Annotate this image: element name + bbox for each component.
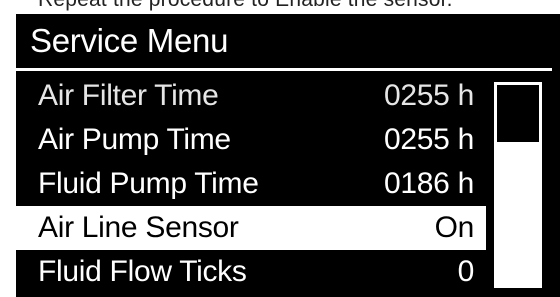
menu-item-label: Fluid Pump Time xyxy=(38,167,259,200)
menu-list: Air Filter Time 0255 h Air Pump Time 025… xyxy=(16,74,486,294)
menu-item-label: Air Filter Time xyxy=(38,79,219,112)
menu-item-fluid-flow-ticks[interactable]: Fluid Flow Ticks 0 xyxy=(16,250,486,294)
menu-item-fluid-pump-time[interactable]: Fluid Pump Time 0186 h xyxy=(16,162,486,206)
menu-item-value: 0255 h xyxy=(384,79,474,112)
menu-item-value: 0255 h xyxy=(384,123,474,156)
menu-scrollbar[interactable] xyxy=(494,82,542,288)
instruction-caption: Repeat the procedure to Enable the senso… xyxy=(38,0,453,11)
menu-title: Service Menu xyxy=(30,22,229,59)
menu-item-value: 0 xyxy=(457,255,475,288)
menu-item-label: Fluid Flow Ticks xyxy=(38,255,247,288)
menu-item-label: Air Pump Time xyxy=(38,123,231,156)
menu-item-label: Air Line Sensor xyxy=(38,211,239,244)
service-menu-screen: Service Menu Air Filter Time 0255 h Air … xyxy=(16,14,560,297)
menu-item-air-line-sensor[interactable]: Air Line Sensor On xyxy=(16,206,486,250)
scrollbar-thumb[interactable] xyxy=(497,85,539,145)
scrollbar-track xyxy=(497,145,539,285)
menu-item-air-filter-time[interactable]: Air Filter Time 0255 h xyxy=(16,74,486,118)
title-divider xyxy=(16,68,552,71)
menu-item-value: On xyxy=(434,211,475,244)
menu-item-air-pump-time[interactable]: Air Pump Time 0255 h xyxy=(16,118,486,162)
menu-item-value: 0186 h xyxy=(384,167,474,200)
